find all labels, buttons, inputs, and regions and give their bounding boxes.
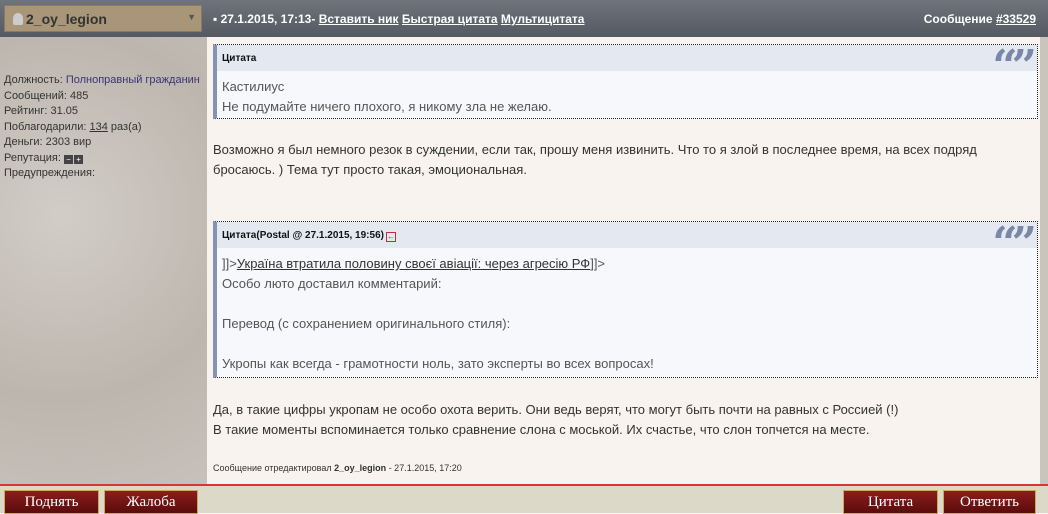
profile-position: Должность: Полноправный гражданин	[4, 73, 207, 89]
post-date: 27.1.2015, 17:13-	[220, 12, 316, 26]
quote-marks-icon: “”	[992, 41, 1037, 92]
quote-suffix: ]]>	[590, 256, 606, 271]
post-header: 2_oy_legion ▼ ▪ 27.1.2015, 17:13- Вставит…	[0, 0, 1048, 37]
post-body: Цитата “” Кастилиус Не подумайте ничего пл…	[207, 37, 1040, 484]
quote-content: ]]>Україна втратила половину своєї авіац…	[217, 248, 1037, 374]
user-icon	[13, 13, 23, 25]
quote-block: Цитата(Postal @ 27.1.2015, 19:56) ← “” ]]>…	[213, 218, 1038, 378]
edit-date: - 27.1.2015, 17:20	[388, 463, 462, 473]
profile-thanked: Поблагодарили: 134 раз(а)	[4, 120, 207, 136]
text-line: Да, в такие цифры укропам не особо охота…	[213, 402, 899, 417]
quote-header: Цитата “”	[217, 41, 1037, 92]
quote-prefix: ]]>	[222, 256, 237, 271]
quote-line: Перевод (с сохранением оригинального сти…	[222, 316, 511, 331]
quote-line: Укропы как всегда - грамотности ноль, за…	[222, 356, 654, 371]
text-line: бросаюсь. ) Тема тут просто такая, эмоци…	[213, 162, 527, 177]
reputation-label: Репутация:	[4, 151, 61, 164]
thanked-count-link[interactable]: 134	[90, 121, 108, 133]
profile-warnings: Предупреждения:	[4, 167, 96, 179]
post-meta: ▪ 27.1.2015, 17:13- Вставить ник Быстрая…	[213, 12, 584, 26]
profile-posts: Сообщений: 485	[4, 89, 89, 102]
multiquote-link[interactable]: Мультицитата	[501, 12, 585, 26]
edit-note: Сообщение отредактировал 2_oy_legion - 2…	[213, 463, 462, 473]
quote-block: Цитата “” Кастилиус Не подумайте ничего пл…	[213, 41, 1038, 119]
quote-title: Цитата	[222, 53, 257, 64]
quote-marks-icon: “”	[992, 218, 1037, 269]
thanked-suffix: раз(а)	[110, 120, 142, 133]
quote-content: Кастилиус Не подумайте ничего плохого, я …	[217, 71, 1037, 117]
quote-line: ]]>Україна втратила половину своєї авіац…	[222, 254, 1037, 274]
user-profile-panel: Должность: Полноправный гражданин Сообще…	[0, 37, 207, 484]
profile-money: Деньги: 2303 вир	[4, 136, 92, 148]
message-link[interactable]: #33529	[996, 12, 1036, 26]
reputation-minus-icon[interactable]: −	[63, 154, 73, 164]
quick-quote-link[interactable]: Быстрая цитата	[402, 12, 498, 26]
edit-user: 2_oy_legion	[334, 463, 387, 473]
quote-line: Кастилиус	[222, 79, 285, 94]
quote-header: Цитата(Postal @ 27.1.2015, 19:56) ← “”	[217, 218, 1037, 269]
chevron-down-icon: ▼	[187, 12, 196, 22]
insert-nick-link[interactable]: Вставить ник	[319, 12, 399, 26]
article-link[interactable]: Україна втратила половину своєї авіації:…	[237, 256, 590, 271]
position-label: Должность:	[4, 74, 63, 86]
reply-button[interactable]: Ответить	[943, 490, 1036, 514]
report-button[interactable]: Жалоба	[104, 490, 198, 514]
quote-button[interactable]: Цитата	[843, 490, 938, 514]
quote-title: Цитата(Postal @ 27.1.2015, 19:56)	[222, 230, 384, 241]
post-actions-bar: Поднять Жалоба Цитата Ответить	[0, 484, 1048, 514]
text-line: В такие моменты вспоминается только срав…	[213, 422, 870, 437]
raise-button[interactable]: Поднять	[4, 490, 99, 514]
edit-prefix: Сообщение отредактировал	[213, 463, 332, 473]
text-line: Возможно я был немного резок в суждении,…	[213, 142, 977, 157]
message-label: Сообщение	[923, 12, 993, 26]
back-arrow-icon[interactable]: ←	[385, 232, 396, 242]
scrollbar[interactable]	[1040, 37, 1048, 484]
profile-rating: Рейтинг: 31.05	[4, 105, 79, 117]
document-icon: ▪	[213, 12, 218, 26]
position-value: Полноправный гражданин	[65, 74, 200, 86]
reputation-plus-icon[interactable]: +	[73, 154, 83, 164]
profile-reputation: Репутация: − +	[4, 151, 207, 167]
post-paragraph: Возможно я был немного резок в суждении,…	[213, 140, 977, 180]
quote-line: Особо люто доставил комментарий:	[222, 276, 442, 291]
message-number: Сообщение #33529	[924, 12, 1036, 26]
post-paragraph: Да, в такие цифры укропам не особо охота…	[213, 400, 898, 440]
thanked-label: Поблагодарили:	[4, 120, 87, 133]
username: 2_oy_legion	[26, 11, 107, 27]
username-dropdown[interactable]: 2_oy_legion ▼	[4, 5, 202, 32]
quote-line: Не подумайте ничего плохого, я никому зл…	[222, 99, 552, 114]
